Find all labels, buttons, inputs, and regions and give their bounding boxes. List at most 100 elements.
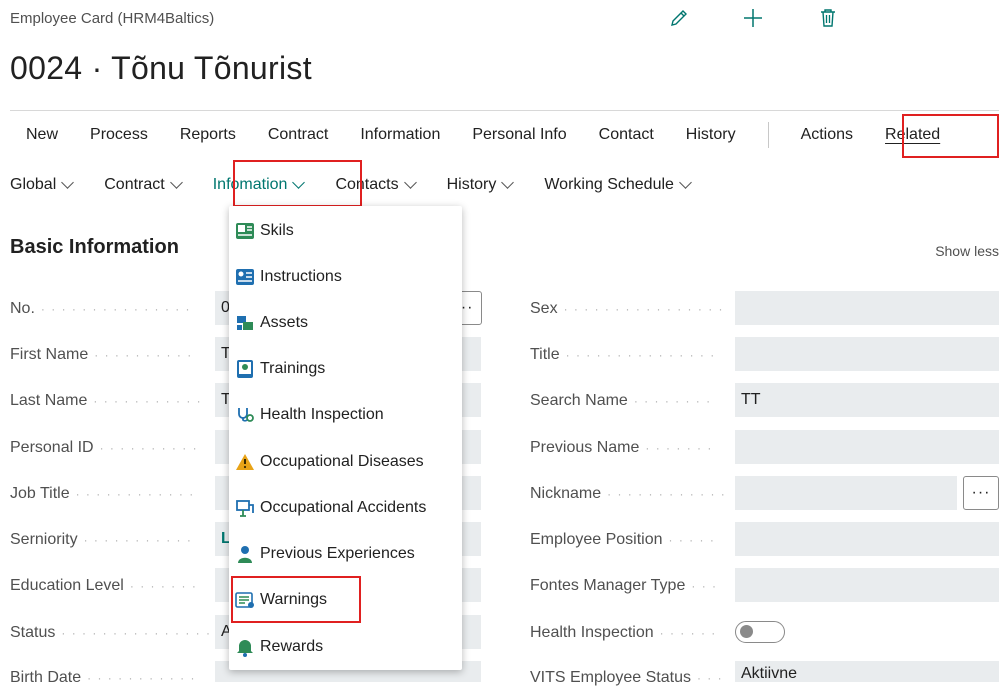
label-text: VITS Employee Status	[530, 669, 691, 686]
menu-item-warnings[interactable]: Warnings	[235, 582, 327, 618]
tab-related[interactable]: Related	[869, 126, 956, 144]
add-icon[interactable]	[741, 6, 765, 30]
label-text: Health Inspection	[530, 624, 654, 641]
label-text: Search Name	[530, 392, 628, 409]
chevron-down-icon	[292, 176, 306, 189]
action-actions[interactable]: Actions	[785, 126, 869, 144]
label-text: Personal ID	[10, 439, 94, 456]
menu-item-health-inspection[interactable]: Health Inspection	[235, 397, 384, 433]
field-label: Health Inspection · · · · · ·	[530, 624, 734, 642]
skills-icon	[235, 221, 255, 241]
infomation-dropdown-menu: Skils Instructions Assets Trainings Heal…	[229, 206, 462, 670]
related-working-schedule[interactable]: Working Schedule	[544, 176, 706, 194]
label-text: Title	[530, 346, 560, 363]
action-history[interactable]: History	[670, 126, 752, 144]
menu-item-label: Health Inspection	[260, 406, 384, 423]
previous-name-field[interactable]	[735, 430, 999, 464]
action-contract[interactable]: Contract	[252, 126, 344, 144]
bell-icon	[235, 637, 255, 657]
section-title: Basic Information	[10, 236, 179, 258]
leader-dots: · · · · · · · · · ·	[94, 347, 193, 362]
label-text: Education Level	[10, 577, 124, 594]
related-contacts-label: Contacts	[335, 176, 399, 193]
page-caption: Employee Card (HRM4Baltics)	[10, 10, 215, 27]
leader-dots: · · · · · · · ·	[633, 393, 712, 408]
leader-dots: · · · · · · · · · · ·	[93, 393, 203, 408]
menu-item-instructions[interactable]: Instructions	[235, 259, 342, 295]
chevron-down-icon	[61, 176, 75, 189]
show-less-link[interactable]: Show less	[935, 243, 999, 259]
sex-field[interactable]	[735, 291, 999, 325]
nickname-field[interactable]	[735, 476, 957, 510]
menu-item-trainings[interactable]: Trainings	[235, 351, 325, 387]
employee-position-field[interactable]	[735, 522, 999, 556]
health-inspection-toggle[interactable]	[735, 621, 785, 643]
vits-employee-status-field[interactable]: Aktiivne	[735, 661, 999, 682]
warning-triangle-icon	[235, 452, 255, 472]
leader-dots: · · · · · · · · · · · · · · ·	[565, 347, 716, 362]
menu-item-rewards[interactable]: Rewards	[235, 629, 323, 665]
menu-item-skils[interactable]: Skils	[235, 213, 294, 249]
action-new[interactable]: New	[10, 126, 74, 144]
menu-item-label: Assets	[260, 314, 309, 331]
label-text: Sex	[530, 300, 558, 317]
leader-dots: · · · · · · · · · · ·	[83, 532, 193, 547]
menu-item-previous-experiences[interactable]: Previous Experiences	[235, 536, 415, 572]
person-icon	[235, 544, 255, 564]
action-process[interactable]: Process	[74, 126, 164, 144]
related-infomation[interactable]: Infomation	[213, 176, 320, 194]
delete-icon[interactable]	[816, 6, 840, 30]
health-inspection-icon	[235, 405, 255, 425]
leader-dots: · · · · · · · · · · · ·	[75, 486, 195, 501]
leader-dots: · · · · · · · · · · · ·	[607, 486, 727, 501]
field-label: Previous Name · · · · · · ·	[530, 439, 734, 457]
leader-dots: · · ·	[691, 578, 718, 593]
label-text: No.	[10, 300, 35, 317]
related-contacts[interactable]: Contacts	[335, 176, 430, 194]
label-text: Employee Position	[530, 531, 663, 548]
field-label: Status · · · · · · · · · · · · · · ·	[10, 624, 215, 642]
page-title: 0024 · Tõnu Tõnurist	[10, 50, 312, 86]
menu-item-occupational-accidents[interactable]: Occupational Accidents	[235, 490, 426, 526]
related-infomation-label: Infomation	[212, 176, 288, 193]
field-label: VITS Employee Status · · ·	[530, 669, 734, 687]
menu-item-label: Rewards	[260, 638, 324, 655]
action-personal-info[interactable]: Personal Info	[456, 126, 582, 144]
field-label: Last Name · · · · · · · · · · ·	[10, 392, 215, 410]
toggle-knob	[740, 625, 753, 638]
leader-dots: · · · · · · ·	[645, 440, 713, 455]
related-history[interactable]: History	[447, 176, 529, 194]
field-label: First Name · · · · · · · · · ·	[10, 346, 215, 364]
related-bar: Global Contract Infomation Contacts Hist…	[10, 168, 722, 202]
related-global-label: Global	[10, 176, 57, 193]
instructions-icon	[235, 267, 255, 287]
edit-icon[interactable]	[667, 6, 691, 30]
menu-item-occupational-diseases[interactable]: Occupational Diseases	[235, 444, 424, 480]
action-reports[interactable]: Reports	[164, 126, 252, 144]
related-contract[interactable]: Contract	[104, 176, 196, 194]
related-history-label: History	[446, 176, 497, 193]
action-bar: New Process Reports Contract Information…	[10, 118, 956, 152]
accident-icon	[235, 498, 255, 518]
label-text: Job Title	[10, 485, 70, 502]
search-name-field[interactable]: TT	[735, 383, 999, 417]
label-text: Previous Name	[530, 439, 640, 456]
leader-dots: · · · · · · · · · · · · · · ·	[40, 301, 192, 316]
title-field[interactable]	[735, 337, 999, 371]
fontes-manager-type-field[interactable]	[735, 568, 999, 602]
action-information[interactable]: Information	[344, 126, 456, 144]
field-label: Employee Position · · · · ·	[530, 531, 734, 549]
assets-icon	[235, 313, 255, 333]
related-global[interactable]: Global	[10, 176, 88, 194]
nickname-lookup-button[interactable]: ···	[963, 476, 999, 510]
menu-item-label: Occupational Diseases	[260, 453, 424, 470]
field-label: Birth Date · · · · · · · · · · ·	[10, 669, 215, 687]
menu-item-assets[interactable]: Assets	[235, 305, 308, 341]
menu-item-label: Instructions	[260, 268, 342, 285]
field-label: Job Title · · · · · · · · · · · ·	[10, 485, 215, 503]
field-label: Sex · · · · · · · · · · · · · · · ·	[530, 300, 734, 318]
menu-item-label: Warnings	[260, 591, 327, 608]
action-contact[interactable]: Contact	[583, 126, 670, 144]
field-label: Title · · · · · · · · · · · · · · ·	[530, 346, 734, 364]
leader-dots: · · · · · · · · · · ·	[87, 670, 196, 685]
